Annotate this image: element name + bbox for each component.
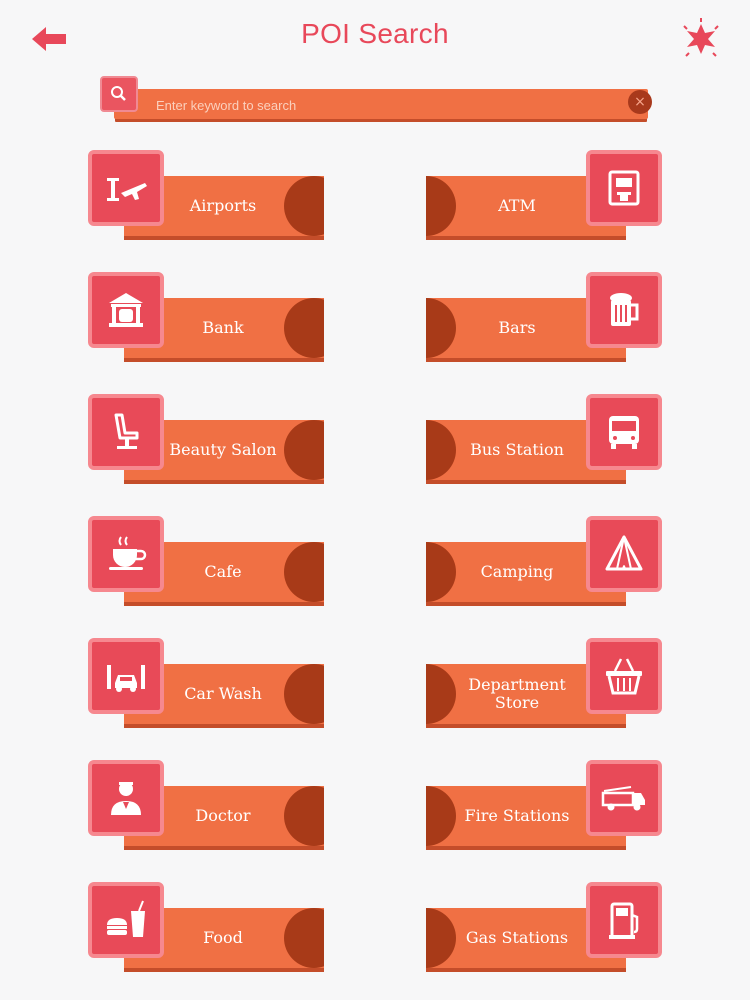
category-label: Car Wash [184, 684, 262, 703]
category-icon-tile [586, 882, 662, 958]
category-icon-tile [88, 516, 164, 592]
band-decoration [284, 298, 324, 358]
fire-truck-icon [601, 786, 645, 811]
category-cafe[interactable]: Cafe [88, 516, 328, 608]
clear-search-button[interactable]: × [628, 90, 652, 114]
category-label: Beauty Salon [169, 440, 277, 459]
category-label: Gas Stations [465, 928, 569, 947]
tent-icon [605, 535, 643, 571]
shopping-basket-icon [606, 658, 642, 695]
category-icon-tile [88, 638, 164, 714]
category-icon-tile [586, 394, 662, 470]
category-label: Department Store [468, 675, 566, 712]
category-label: Cafe [204, 562, 242, 581]
bus-icon [609, 416, 639, 449]
coffee-cup-icon [109, 536, 147, 570]
category-bars[interactable]: Bars [424, 272, 664, 364]
category-label: Food [203, 928, 243, 947]
close-icon: × [634, 94, 646, 110]
category-bus-station[interactable]: Bus Station [424, 394, 664, 486]
category-fire-stations[interactable]: Fire Stations [424, 760, 664, 852]
bank-icon [109, 293, 143, 327]
band-decoration [284, 664, 324, 724]
salon-chair-icon [114, 413, 139, 449]
band-decoration [284, 542, 324, 602]
category-label: Bank [202, 318, 244, 337]
band-decoration [284, 420, 324, 480]
category-icon-tile [88, 882, 164, 958]
category-icon-tile [586, 760, 662, 836]
search-icon [111, 86, 126, 101]
fast-food-icon [107, 900, 145, 937]
category-label: Camping [480, 562, 554, 581]
category-icon-tile [88, 150, 164, 226]
search-input[interactable] [154, 89, 608, 121]
category-label: Bus Station [470, 440, 564, 459]
category-label: Bars [498, 318, 536, 337]
category-label: ATM [498, 196, 536, 215]
atm-icon [608, 170, 640, 206]
category-atm[interactable]: ATM [424, 150, 664, 242]
band-decoration [284, 908, 324, 968]
category-icon-tile [586, 638, 662, 714]
category-icon-tile [586, 272, 662, 348]
category-beauty-salon[interactable]: Beauty Salon [88, 394, 328, 486]
category-airports[interactable]: Airports [88, 150, 328, 242]
page-title: POI Search [301, 18, 449, 49]
category-icon-tile [88, 394, 164, 470]
category-doctor[interactable]: Doctor [88, 760, 328, 852]
search-field-background [114, 89, 648, 121]
category-label: Doctor [195, 806, 251, 825]
category-icon-tile [586, 150, 662, 226]
header: POI Search [0, 0, 750, 75]
category-label: Fire Stations [464, 806, 570, 825]
airport-icon [107, 178, 147, 201]
category-icon-tile [88, 272, 164, 348]
doctor-icon [111, 782, 141, 815]
beer-mug-icon [610, 293, 639, 326]
category-gas-stations[interactable]: Gas Stations [424, 882, 664, 974]
gas-pump-icon [609, 902, 639, 939]
category-car-wash[interactable]: Car Wash [88, 638, 328, 730]
category-food[interactable]: Food [88, 882, 328, 974]
search-button[interactable] [100, 76, 138, 112]
band-decoration [284, 176, 324, 236]
search-bar: × [100, 76, 652, 124]
category-department-store[interactable]: Department Store [424, 638, 664, 730]
car-wash-icon [107, 665, 145, 692]
category-icon-tile [586, 516, 662, 592]
star-burst-icon [683, 18, 719, 57]
category-label: Airports [189, 196, 257, 215]
favorite-button[interactable] [680, 18, 722, 60]
category-icon-tile [88, 760, 164, 836]
category-bank[interactable]: Bank [88, 272, 328, 364]
category-camping[interactable]: Camping [424, 516, 664, 608]
band-decoration [284, 786, 324, 846]
